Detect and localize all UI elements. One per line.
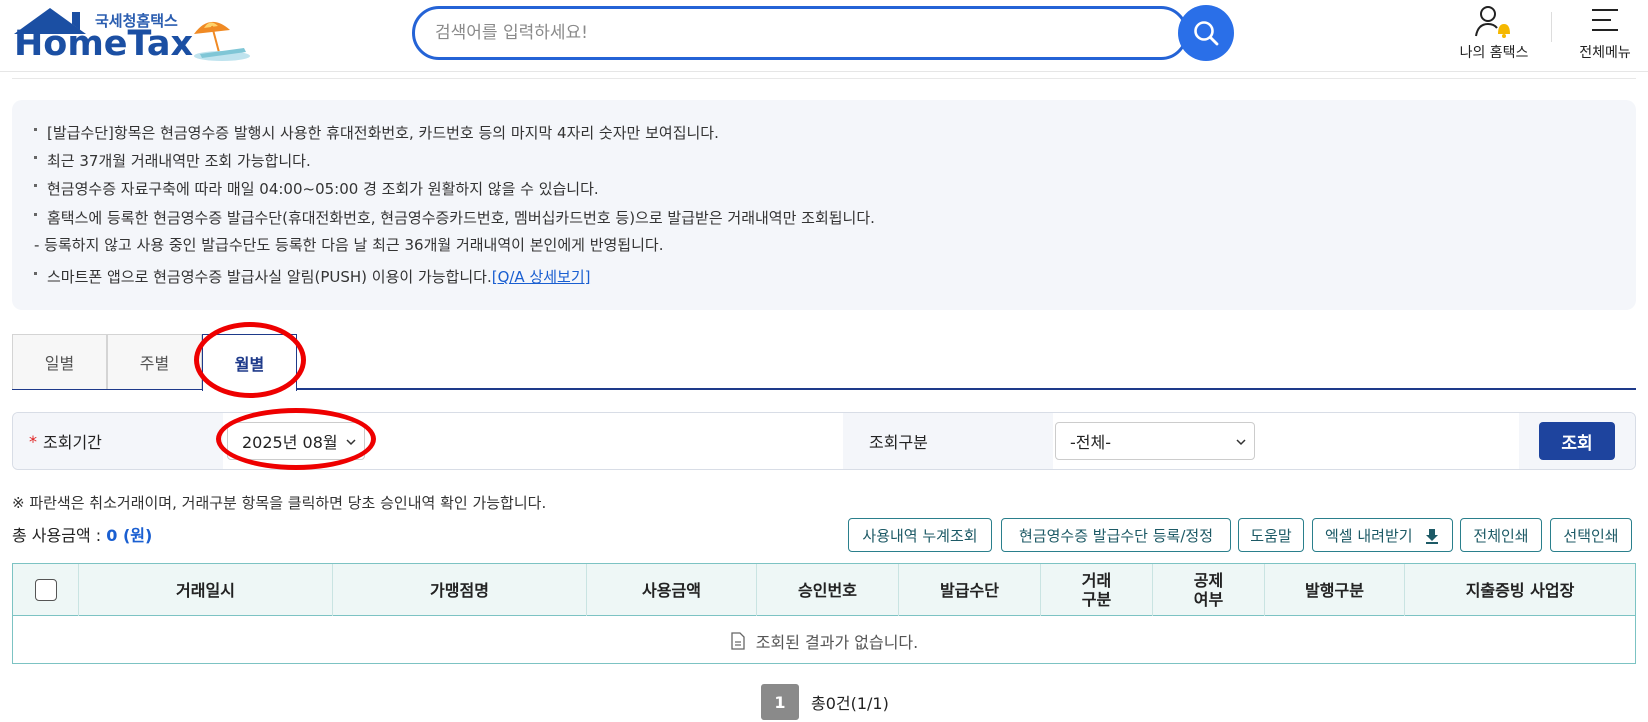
transaction-table: 거래일시 가맹점명 사용금액 승인번호 발급수단 거래 구분 공제 여부 발행구… — [12, 563, 1636, 664]
qa-detail-link[interactable]: [Q/A 상세보기] — [492, 268, 591, 286]
type-value: -전체- — [1070, 433, 1111, 452]
col-issue-type[interactable]: 발행구분 — [1265, 564, 1405, 616]
all-menu-label: 전체메뉴 — [1579, 45, 1631, 61]
col-amount[interactable]: 사용금액 — [587, 564, 757, 616]
document-icon — [731, 631, 745, 650]
period-tabs: 일별 주별 월별 — [12, 334, 1636, 391]
cumulative-button[interactable]: 사용내역 누계조회 — [848, 518, 992, 552]
register-payment-button[interactable]: 현금영수증 발급수단 등록/정정 — [1001, 518, 1231, 552]
tab-daily[interactable]: 일별 — [12, 334, 107, 389]
select-all-cell — [13, 564, 79, 616]
col-deduction[interactable]: 공제 여부 — [1153, 564, 1265, 616]
my-hometax-button[interactable]: 나의 홈택스 — [1452, 4, 1536, 64]
type-select[interactable]: -전체- — [1055, 422, 1255, 460]
all-menu-button[interactable]: 전체메뉴 — [1570, 4, 1640, 64]
header-divider — [1551, 12, 1552, 42]
excel-download-button[interactable]: 엑셀 내려받기 — [1312, 518, 1453, 552]
tab-monthly[interactable]: 월별 — [202, 334, 297, 391]
period-label: * 조회기간 — [13, 413, 223, 469]
period-select[interactable]: 2025년 08월 — [227, 422, 365, 460]
notice-box: [발급수단]항목은 현금영수증 발행시 사용한 휴대전화번호, 카드번호 등의 … — [12, 100, 1636, 310]
period-value: 2025년 08월 — [242, 433, 338, 452]
empty-message: 조회된 결과가 없습니다. — [755, 632, 919, 652]
excel-download-label: 엑셀 내려받기 — [1325, 526, 1413, 545]
notice-sub-item: - 등록하지 않고 사용 중인 발급수단도 등록한 다음 날 최근 36개월 거… — [34, 236, 664, 254]
notice-item: 최근 37개월 거래내역만 조회 가능합니다. — [34, 150, 311, 171]
download-icon — [1426, 529, 1438, 544]
total-amount: 총 사용금액 : 0 (원) — [12, 526, 153, 545]
search-box — [412, 6, 1188, 60]
search-input[interactable] — [435, 9, 1075, 57]
chevron-down-icon — [1236, 439, 1246, 446]
col-transaction-type[interactable]: 거래 구분 — [1041, 564, 1153, 616]
notice-item: 현금영수증 자료구축에 따라 매일 04:00~05:00 경 조회가 원활하지… — [34, 178, 599, 199]
chevron-down-icon — [346, 439, 356, 446]
hamburger-menu-icon — [1592, 9, 1618, 31]
query-button[interactable]: 조회 — [1539, 422, 1615, 460]
tab-weekly[interactable]: 주별 — [107, 334, 202, 389]
search-icon — [1194, 21, 1219, 46]
divider — [12, 78, 1636, 79]
site-header: 국세청홈택스 HomeTax 나의 홈택스 — [0, 0, 1648, 72]
notice-item: 홈택스에 등록한 현금영수증 발급수단(휴대전화번호, 현금영수증카드번호, 멤… — [34, 207, 875, 228]
col-payment-method[interactable]: 발급수단 — [899, 564, 1041, 616]
beach-umbrella-icon — [194, 21, 250, 61]
hometax-logo[interactable]: 국세청홈택스 HomeTax — [12, 6, 252, 64]
page-button-current[interactable]: 1 — [761, 684, 799, 720]
col-merchant[interactable]: 가맹점명 — [333, 564, 587, 616]
print-selected-button[interactable]: 선택인쇄 — [1550, 518, 1632, 552]
col-datetime[interactable]: 거래일시 — [79, 564, 333, 616]
total-amount-value: 0 (원) — [106, 526, 153, 545]
pagination-info: 총0건(1/1) — [811, 694, 889, 713]
help-button[interactable]: 도움말 — [1238, 518, 1304, 552]
user-bell-icon — [1475, 6, 1510, 38]
empty-result-row: 조회된 결과가 없습니다. — [13, 617, 1635, 664]
hint-text: ※ 파란색은 취소거래이며, 거래구분 항목을 클릭하면 당초 승인내역 확인 … — [12, 494, 547, 512]
table-header: 거래일시 가맹점명 사용금액 승인번호 발급수단 거래 구분 공제 여부 발행구… — [13, 564, 1635, 616]
logo-title: HomeTax — [14, 24, 194, 64]
required-mark: * — [29, 431, 37, 451]
notice-item-push: 스마트폰 앱으로 현금영수증 발급사실 알림(PUSH) 이용이 가능합니다.[… — [34, 266, 591, 287]
col-business[interactable]: 지출증빙 사업장 — [1405, 564, 1635, 616]
type-label: 조회구분 — [843, 413, 1053, 469]
my-hometax-label: 나의 홈택스 — [1459, 45, 1529, 61]
print-all-button[interactable]: 전체인쇄 — [1460, 518, 1542, 552]
col-approval-no[interactable]: 승인번호 — [757, 564, 899, 616]
search-button[interactable] — [1178, 5, 1234, 61]
select-all-checkbox[interactable] — [34, 579, 57, 601]
filter-row: * 조회기간 2025년 08월 조회구분 -전체- 조회 — [12, 412, 1636, 470]
notice-item: [발급수단]항목은 현금영수증 발행시 사용한 휴대전화번호, 카드번호 등의 … — [34, 122, 719, 143]
